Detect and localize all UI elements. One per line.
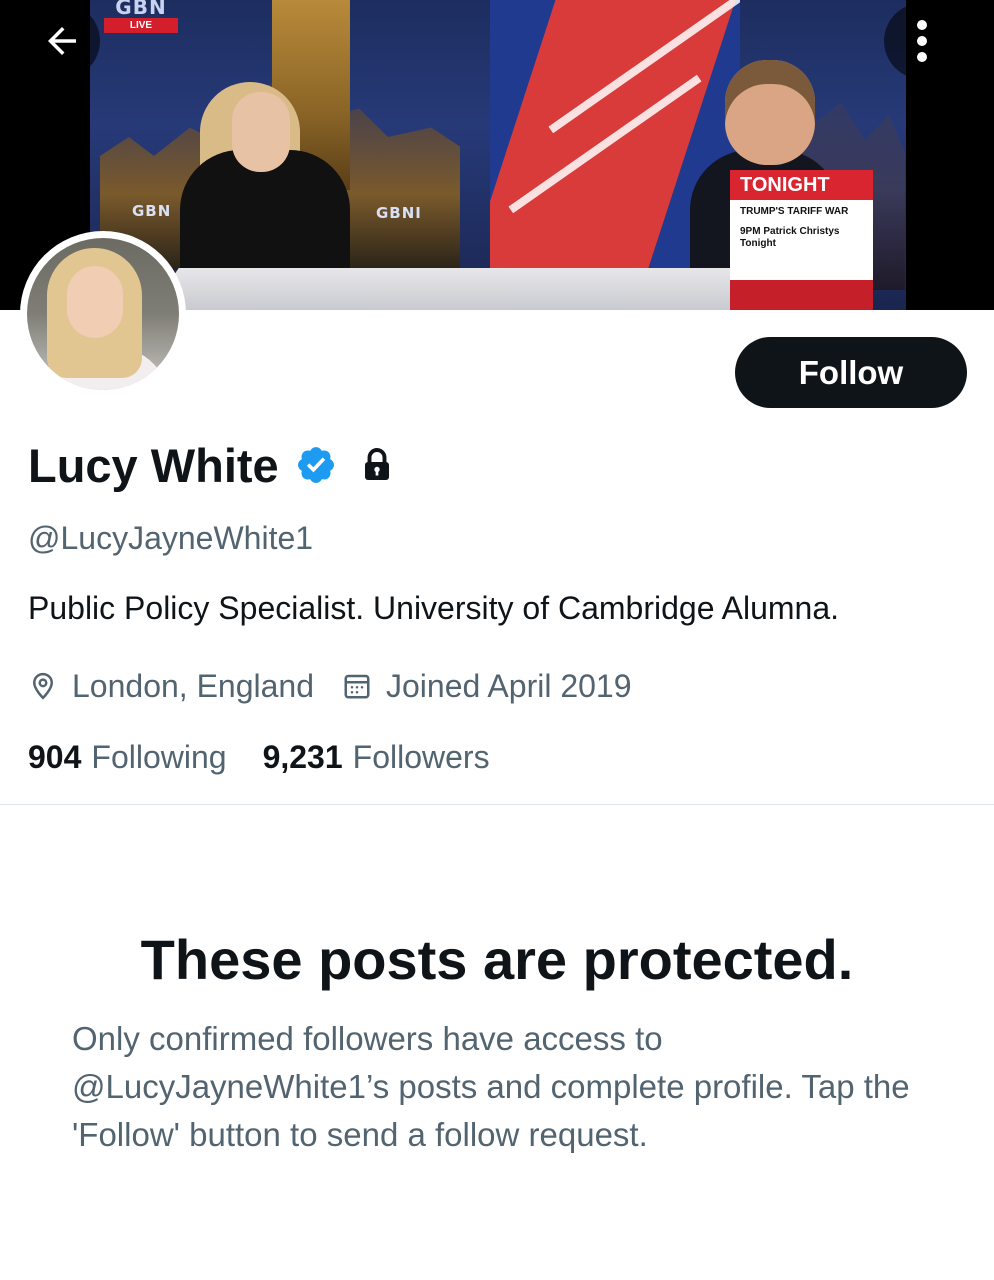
- calendar-icon: [342, 671, 372, 701]
- verified-badge-icon[interactable]: [295, 444, 337, 486]
- profile-joined: Joined April 2019: [342, 668, 632, 705]
- avatar-photo: [27, 238, 179, 390]
- profile-location-text: London, England: [72, 667, 314, 704]
- avatar-face: [67, 266, 123, 338]
- profile-joined-text: Joined April 2019: [386, 667, 632, 704]
- back-button[interactable]: [24, 3, 100, 79]
- protected-notice-title: These posts are protected.: [140, 928, 854, 991]
- tonight-card-line2: 9PM Patrick Christys Tonight: [740, 226, 840, 249]
- following-label: Following: [91, 738, 227, 775]
- followers-link[interactable]: 9,231 Followers: [263, 739, 490, 776]
- banner-guest-head: [725, 60, 815, 165]
- location-pin-icon: [28, 671, 58, 701]
- channel-logo: GBN LIVE: [104, 0, 178, 36]
- more-vertical-icon: [914, 19, 930, 63]
- followers-label: Followers: [352, 738, 490, 775]
- tonight-card-footer: [730, 280, 873, 310]
- live-badge: LIVE: [104, 18, 178, 33]
- protected-notice: These posts are protected. Only confirme…: [0, 805, 994, 1280]
- more-options-button[interactable]: [884, 3, 960, 79]
- desk-logo-right: GBNI: [376, 204, 422, 222]
- banner-presenter-face: [232, 92, 290, 172]
- following-link[interactable]: 904 Following: [28, 739, 227, 776]
- arrow-left-icon: [41, 20, 83, 62]
- profile-location: London, England: [28, 668, 314, 705]
- avatar[interactable]: [20, 231, 186, 397]
- profile-handle: @LucyJayneWhite1: [28, 520, 314, 556]
- profile-name-row: Lucy White: [28, 435, 395, 495]
- display-name: Lucy White: [28, 438, 279, 492]
- protected-notice-description: Only confirmed followers have access to …: [72, 1020, 910, 1153]
- tonight-card-body: TRUMP'S TARIFF WAR 9PM Patrick Christys …: [730, 200, 873, 280]
- tonight-card-line1: TRUMP'S TARIFF WAR: [740, 206, 849, 217]
- following-count: 904: [28, 738, 82, 775]
- lock-icon: [359, 447, 395, 483]
- profile-page: GBN LIVE GBN GBNI TONIGHT TRUMP'S TARIFF…: [0, 0, 994, 1280]
- profile-meta-row: London, England Joined April 2019: [28, 664, 632, 708]
- followers-count: 9,231: [262, 738, 343, 775]
- tonight-card: TONIGHT TRUMP'S TARIFF WAR 9PM Patrick C…: [730, 170, 873, 310]
- desk-logo-left: GBN: [132, 202, 172, 220]
- follow-button[interactable]: Follow: [735, 337, 967, 408]
- tonight-card-heading: TONIGHT: [730, 170, 873, 200]
- profile-stats-row: 904 Following 9,231 Followers: [28, 735, 490, 779]
- channel-logo-text: GBN: [115, 0, 167, 19]
- profile-bio: Public Policy Specialist. University of …: [28, 590, 839, 626]
